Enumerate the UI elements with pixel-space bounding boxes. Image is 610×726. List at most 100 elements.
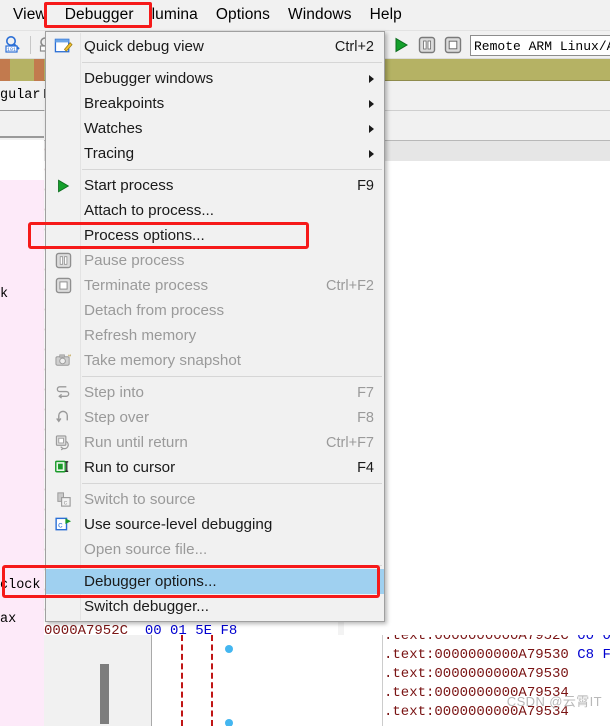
play-green-icon <box>53 176 73 196</box>
menu-item-debugger-options[interactable]: Debugger options... <box>46 569 384 594</box>
stop-icon[interactable] <box>442 34 464 56</box>
menu-item-run-to-cursor[interactable]: Run to cursor F4 <box>46 455 384 480</box>
left-navigator-band <box>0 59 44 81</box>
menu-item-label: Switch debugger... <box>84 598 209 615</box>
menu-item-refresh-memory[interactable]: Refresh memory <box>46 323 384 348</box>
menu-item-label: Watches <box>84 120 143 137</box>
menubar-item-debugger[interactable]: Debugger <box>56 3 143 27</box>
step-over-icon <box>53 408 73 428</box>
graph-overview-thumb[interactable] <box>100 664 109 724</box>
disassembly-row-address: .text:0000000000A79530 <box>384 647 569 663</box>
menu-item-step-into[interactable]: Step into F7 <box>46 380 384 405</box>
hex-row[interactable]: 0000A7952C 00 01 5E F8 <box>44 621 237 635</box>
camera-icon <box>53 351 73 371</box>
menu-item-label: Pause process <box>84 252 185 269</box>
menubar-item-windows[interactable]: Windows <box>279 3 361 27</box>
binary-search-icon[interactable]: 101 <box>2 34 24 56</box>
svg-text:101: 101 <box>7 47 16 53</box>
menu-item-label: Terminate process <box>84 277 209 294</box>
menu-item-start-process[interactable]: Start process F9 <box>46 173 384 198</box>
play-green-icon[interactable] <box>390 34 412 56</box>
run-to-cursor-icon <box>53 458 73 478</box>
left-nav-segment-a <box>0 59 10 81</box>
disassembly-row[interactable]: .text:0000000000A79530 <box>384 665 577 684</box>
menu-item-label: Refresh memory <box>84 327 197 344</box>
menu-item-detach-from-process[interactable]: Detach from process <box>46 298 384 323</box>
menu-item-shortcut: F8 <box>357 409 374 426</box>
watermark: CSDN @云霄IT <box>506 694 602 709</box>
menu-item-label: Quick debug view <box>84 38 204 55</box>
disassembly-row-bytes: C8 F8 FF 97 <box>577 647 610 663</box>
menu-item-label: Take memory snapshot <box>84 352 242 369</box>
flow-node-dot-top[interactable] <box>225 645 233 653</box>
disassembly-row[interactable]: .text:0000000000A79530 C8 F8 FF 97 <box>384 646 610 665</box>
menu-item-shortcut: Ctrl+2 <box>334 38 374 55</box>
menu-item-label: Run to cursor <box>84 459 176 476</box>
menu-item-label: Debugger windows <box>84 70 214 87</box>
disassembly-row[interactable]: .text:0000000000A7952C 00 01 5E F8 <box>384 635 610 646</box>
disassembly-row-bytes: 00 01 5E F8 <box>577 635 610 644</box>
menu-item-breakpoints[interactable]: Breakpoints <box>46 91 384 116</box>
menu-item-label: Process options... <box>84 227 205 244</box>
menu-item-step-over[interactable]: Step over F8 <box>46 405 384 430</box>
graph-overview-pane[interactable] <box>60 635 152 726</box>
bottom-gutter <box>44 635 60 726</box>
menu-item-quick-debug-view[interactable]: Quick debug view Ctrl+2 <box>46 34 384 59</box>
debug-run-controls: Remote ARM Linux/An <box>388 31 610 59</box>
menu-separator <box>82 169 382 170</box>
left-text-fragment-0: k <box>0 287 9 302</box>
menu-item-label: Detach from process <box>84 302 225 319</box>
run-until-return-icon <box>53 433 73 453</box>
menu-item-label: Step over <box>84 409 150 426</box>
menu-item-process-options[interactable]: Process options... <box>46 223 384 248</box>
left-pink-strip <box>0 180 44 726</box>
menu-item-switch-debugger[interactable]: Switch debugger... <box>46 594 384 619</box>
menu-item-watches[interactable]: Watches <box>46 116 384 141</box>
hex-row-bytes: 00 01 5E F8 <box>144 623 238 635</box>
menu-item-label: Step into <box>84 384 144 401</box>
flow-node-dot-bottom[interactable] <box>225 719 233 726</box>
debugger-dropdown-menu[interactable]: Quick debug view Ctrl+2 Debugger windows Br… <box>45 31 385 622</box>
menu-separator <box>82 376 382 377</box>
menu-item-shortcut: F7 <box>357 384 374 401</box>
menu-item-run-until-return[interactable]: Run until return Ctrl+F7 <box>46 430 384 455</box>
svg-text:c: c <box>57 520 62 530</box>
menubar-item-options[interactable]: Options <box>207 3 279 27</box>
switch-to-source-icon: c <box>53 490 73 510</box>
menu-item-label: Start process <box>84 177 174 194</box>
chevron-right-icon <box>369 99 374 108</box>
menu-item-switch-to-source[interactable]: c Switch to source <box>46 487 384 512</box>
menu-item-label: Attach to process... <box>84 202 214 219</box>
menu-item-shortcut: Ctrl+F2 <box>326 277 374 294</box>
disassembly-row-address: .text:0000000000A7952C <box>384 635 569 644</box>
menu-separator <box>82 62 382 63</box>
menu-item-open-source-file[interactable]: Open source file... <box>46 537 384 562</box>
left-column: gular k clock ax <box>0 59 44 726</box>
menubar-item-lumina[interactable]: lumina <box>143 3 207 27</box>
chevron-right-icon <box>369 124 374 133</box>
left-blank-strip <box>0 112 44 138</box>
menu-item-tracing[interactable]: Tracing <box>46 141 384 166</box>
menu-bar: View Debugger lumina Options Windows Help <box>0 0 610 31</box>
menu-item-label: Tracing <box>84 145 135 162</box>
pause-icon <box>53 251 73 271</box>
menu-item-use-source-level-debugging[interactable]: c Use source-level debugging <box>46 512 384 537</box>
debugger-selector[interactable]: Remote ARM Linux/An <box>470 34 610 56</box>
disassembly-view[interactable]: .text:0000000000A7952C 00 01 5E F8.text:… <box>384 635 610 726</box>
menu-item-pause-process[interactable]: Pause process <box>46 248 384 273</box>
menu-item-label: Run until return <box>84 434 188 451</box>
menu-item-debugger-windows[interactable]: Debugger windows <box>46 66 384 91</box>
flow-dash-line-left <box>181 635 183 726</box>
menu-item-take-memory-snapshot[interactable]: Take memory snapshot <box>46 348 384 373</box>
menu-item-label: Breakpoints <box>84 95 165 112</box>
menubar-item-help[interactable]: Help <box>361 3 411 27</box>
source-level-debug-icon: c <box>53 515 73 535</box>
graph-flow-pane[interactable] <box>153 635 383 726</box>
pause-icon[interactable] <box>416 34 438 56</box>
menu-item-attach-to-process[interactable]: Attach to process... <box>46 198 384 223</box>
chevron-right-icon <box>369 149 374 158</box>
menu-item-terminate-process[interactable]: Terminate process Ctrl+F2 <box>46 273 384 298</box>
left-text-fragment-2: ax <box>0 612 17 627</box>
menu-item-shortcut: Ctrl+F7 <box>326 434 374 451</box>
menubar-item-view[interactable]: View <box>4 3 56 27</box>
